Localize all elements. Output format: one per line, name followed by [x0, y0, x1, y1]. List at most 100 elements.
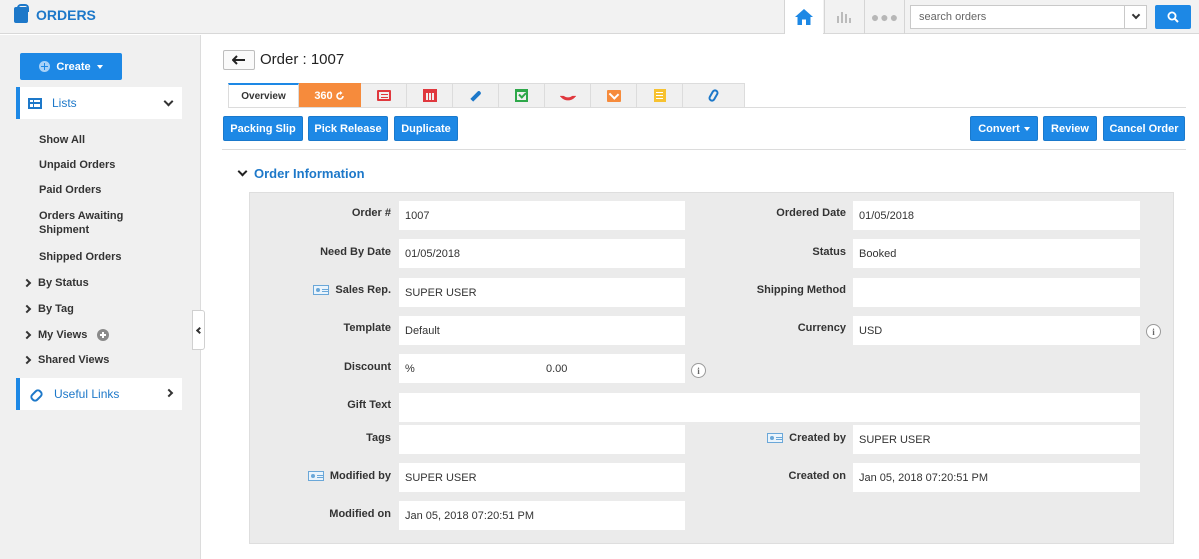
divider — [904, 0, 905, 34]
need-by-date-label: Need By Date — [320, 246, 391, 258]
created-on-field[interactable]: Jan 05, 2018 07:20:51 PM — [853, 463, 1140, 492]
tab-calls[interactable] — [545, 83, 591, 108]
convert-label: Convert — [978, 122, 1020, 135]
pick-release-button[interactable]: Pick Release — [308, 116, 388, 141]
convert-button[interactable]: Convert — [970, 116, 1038, 141]
sidebar-tree-my-views[interactable]: My Views — [22, 329, 110, 341]
gift-text-field[interactable] — [399, 393, 1140, 422]
useful-links-header[interactable]: Useful Links — [16, 378, 182, 410]
search-dropdown[interactable] — [1125, 5, 1147, 29]
discount-value: 0.00 — [546, 362, 568, 375]
sidebar-collapse-handle[interactable] — [192, 310, 205, 350]
table-icon — [28, 97, 42, 109]
app-title: ORDERS — [36, 7, 96, 23]
caret-down-icon — [1023, 126, 1030, 131]
created-on-label: Created on — [788, 470, 846, 482]
chevron-right-icon — [22, 330, 32, 340]
back-button[interactable] — [223, 50, 255, 70]
created-by-label-text: Created by — [789, 432, 846, 444]
home-button[interactable] — [785, 0, 823, 34]
add-view-icon[interactable] — [97, 329, 110, 341]
sidebar-tree-by-tag[interactable]: By Tag — [22, 303, 74, 315]
tab-email[interactable] — [591, 83, 637, 108]
note-icon — [653, 89, 666, 102]
template-field[interactable]: Default — [399, 316, 685, 345]
caret-down-icon — [96, 64, 103, 69]
paperclip-icon — [707, 88, 720, 103]
packing-slip-button[interactable]: Packing Slip — [223, 116, 303, 141]
lists-header[interactable]: Lists — [16, 87, 182, 119]
sidebar-item-shipped-orders[interactable]: Shipped Orders — [39, 250, 122, 264]
currency-field[interactable]: USD — [853, 316, 1140, 345]
order-number-field[interactable]: 1007 — [399, 201, 685, 230]
ordered-date-field[interactable]: 01/05/2018 — [853, 201, 1140, 230]
tab-pin[interactable] — [453, 83, 499, 108]
chevron-down-icon — [1131, 10, 1140, 20]
chevron-right-icon — [164, 388, 174, 398]
tree-label: By Status — [38, 277, 89, 289]
search-button[interactable] — [1155, 5, 1191, 29]
more-dots-icon: ●●● — [870, 9, 900, 25]
tab-tasks[interactable] — [499, 83, 545, 108]
sidebar-tree-by-status[interactable]: By Status — [22, 277, 89, 289]
currency-info-icon[interactable]: i — [1146, 324, 1161, 339]
sales-rep-field[interactable]: SUPER USER — [399, 278, 685, 307]
discount-info-icon[interactable]: i — [691, 363, 706, 378]
create-button[interactable]: Create — [20, 53, 122, 80]
more-button[interactable]: ●●● — [866, 0, 904, 34]
top-bar: ORDERS ●●● — [0, 0, 1199, 34]
contact-card-icon — [313, 285, 330, 295]
status-label: Status — [812, 246, 846, 258]
tree-label: Shared Views — [38, 354, 110, 366]
search-input[interactable] — [910, 5, 1125, 29]
sales-rep-label: Sales Rep. — [260, 283, 391, 297]
sidebar-item-paid-orders[interactable]: Paid Orders — [39, 183, 101, 197]
sales-rep-label-text: Sales Rep. — [335, 284, 391, 296]
tab-360[interactable]: 360 — [299, 83, 361, 108]
review-button[interactable]: Review — [1043, 116, 1097, 141]
modified-by-field[interactable]: SUPER USER — [399, 463, 685, 492]
created-by-label: Created by — [700, 431, 846, 445]
tab-notes[interactable] — [637, 83, 683, 108]
sidebar-item-orders-awaiting-shipment[interactable]: Orders Awaiting Shipment — [39, 209, 159, 237]
tags-field[interactable] — [399, 425, 685, 454]
page-title: Order : 1007 — [260, 51, 345, 68]
discount-unit: % — [405, 362, 415, 375]
order-information-header[interactable]: Order Information — [237, 166, 365, 181]
chevron-right-icon — [22, 278, 32, 288]
sidebar-item-unpaid-orders[interactable]: Unpaid Orders — [39, 158, 115, 172]
sidebar-item-show-all[interactable]: Show All — [39, 133, 85, 147]
contact-card-icon — [307, 471, 324, 481]
tree-label: By Tag — [38, 303, 74, 315]
search-icon — [1167, 11, 1179, 23]
created-by-field[interactable]: SUPER USER — [853, 425, 1140, 454]
plus-circle-icon — [39, 61, 51, 72]
reports-button[interactable] — [826, 0, 862, 34]
phone-icon — [559, 87, 576, 104]
sidebar-tree-shared-views[interactable]: Shared Views — [22, 354, 110, 366]
tab-label: Overview — [241, 91, 286, 102]
list-icon — [376, 90, 391, 101]
divider — [824, 0, 825, 34]
modified-on-field[interactable]: Jan 05, 2018 07:20:51 PM — [399, 501, 685, 530]
duplicate-button[interactable]: Duplicate — [394, 116, 458, 141]
section-title: Order Information — [254, 166, 365, 181]
link-icon — [30, 388, 42, 400]
tab-attachments[interactable] — [683, 83, 745, 108]
need-by-date-field[interactable]: 01/05/2018 — [399, 239, 685, 268]
status-field[interactable]: Booked — [853, 239, 1140, 268]
cancel-order-button[interactable]: Cancel Order — [1103, 116, 1185, 141]
modified-by-label-text: Modified by — [329, 470, 391, 482]
divider — [864, 0, 865, 34]
order-number-label: Order # — [351, 207, 391, 219]
tab-list-view[interactable] — [361, 83, 407, 108]
tab-bar: Overview 360 — [228, 83, 745, 108]
chevron-right-icon — [22, 355, 32, 365]
calendar-check-icon — [515, 89, 528, 102]
tab-calendar[interactable] — [407, 83, 453, 108]
tab-overview[interactable]: Overview — [228, 83, 299, 108]
email-icon — [606, 89, 621, 102]
discount-field[interactable]: % 0.00 — [399, 354, 685, 383]
shipping-method-field[interactable] — [853, 278, 1140, 307]
app-brand[interactable]: ORDERS — [14, 4, 96, 23]
